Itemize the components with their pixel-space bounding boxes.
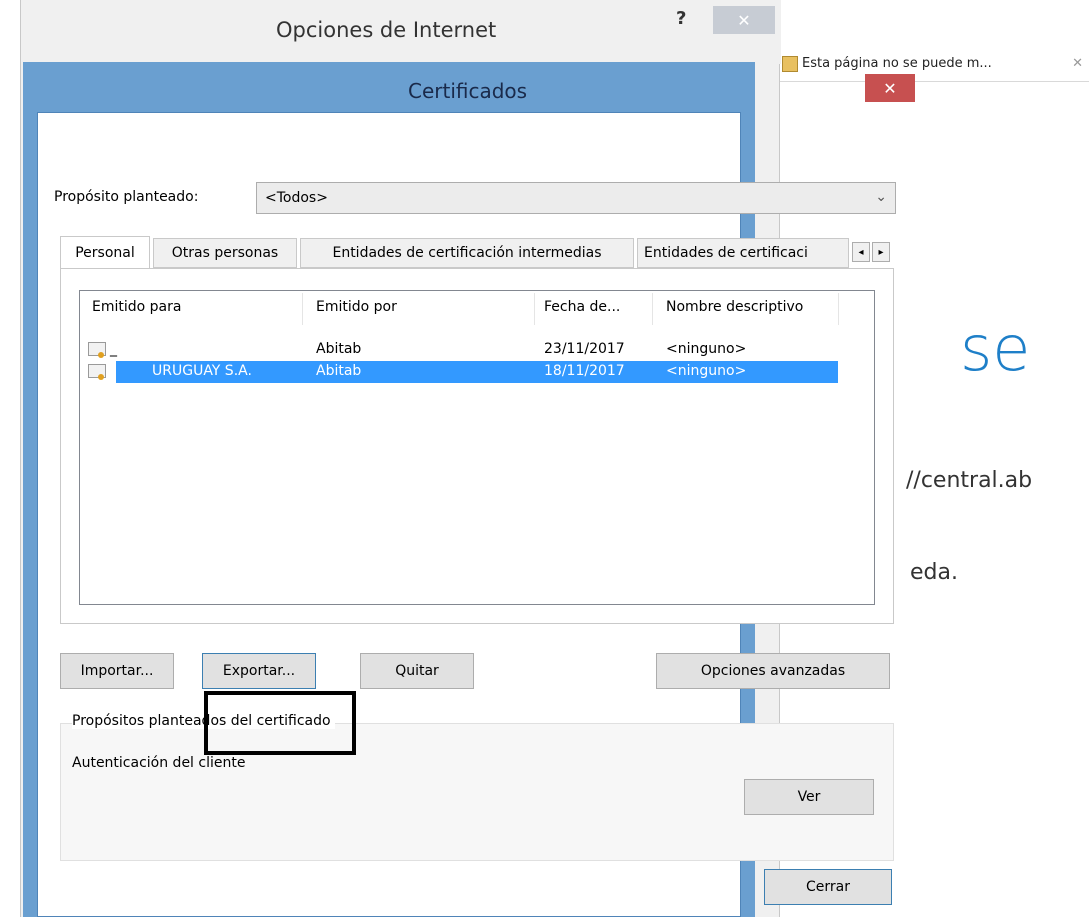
column-divider[interactable] [302,293,303,325]
column-header-friendly-name[interactable]: Nombre descriptivo [666,299,803,315]
background-body-text: eda. [910,560,958,585]
certificate-row-selected[interactable]: URUGUAY S.A. Abitab 18/11/2017 <ninguno> [116,361,838,383]
tab-entidades-intermedias[interactable]: Entidades de certificación intermedias [300,238,634,268]
close-dialog-button[interactable]: Cerrar [764,869,892,905]
chevron-down-icon: ⌄ [875,189,887,205]
purposes-value: Autenticación del cliente [72,755,246,771]
cell-date: 18/11/2017 [544,363,625,379]
certificates-dialog: Certificados ✕ Propósito planteado: <Tod… [23,62,915,917]
internet-options-title: Opciones de Internet [276,18,497,42]
page-icon [782,55,798,72]
help-button[interactable]: ? [676,8,686,29]
purpose-select-value: <Todos> [265,190,328,206]
advanced-options-button[interactable]: Opciones avanzadas [656,653,890,689]
purpose-label: Propósito planteado: [54,189,199,205]
certificate-row[interactable]: _ Abitab 23/11/2017 <ninguno> [80,339,838,361]
export-button[interactable]: Exportar... [202,653,316,689]
import-button[interactable]: Importar... [60,653,174,689]
column-divider[interactable] [534,293,535,325]
column-divider[interactable] [652,293,653,325]
certificate-list[interactable]: Emitido para Emitido por Fecha de... Nom… [79,290,875,605]
export-highlight-box [204,691,356,755]
browser-tab-title: Esta página no se puede m... [802,56,992,71]
purpose-select[interactable]: <Todos> ⌄ [256,182,896,214]
column-header-date[interactable]: Fecha de... [544,299,620,315]
dialog-client-area: Propósito planteado: <Todos> ⌄ Personal … [37,112,896,917]
tab-scroll-left-icon[interactable]: ◂ [852,242,870,262]
browser-tab[interactable]: Esta página no se puede m... ✕ [778,46,1089,82]
remove-button[interactable]: Quitar [360,653,474,689]
tab-scroll-right-icon[interactable]: ▸ [872,242,890,262]
tab-close-icon[interactable]: ✕ [1072,56,1083,71]
cell-friendly-name: <ninguno> [666,341,747,357]
certificate-icon [88,364,106,380]
internet-options-close-button[interactable]: ✕ [713,6,775,34]
tab-entidades-raiz[interactable]: Entidades de certificaci [637,238,849,268]
certificate-icon [88,342,106,358]
tab-personal[interactable]: Personal [60,236,150,269]
view-button[interactable]: Ver [744,779,874,815]
tab-otras-personas[interactable]: Otras personas [153,238,297,268]
cell-issued-to: URUGUAY S.A. [152,363,252,379]
column-header-issued-by[interactable]: Emitido por [316,299,397,315]
cell-issued-by: Abitab [316,363,362,379]
column-divider[interactable] [838,293,839,325]
column-header-issued-to[interactable]: Emitido para [92,299,181,315]
internet-options-titlebar: Opciones de Internet ? ✕ [21,0,781,64]
cell-date: 23/11/2017 [544,341,625,357]
dialog-close-button[interactable]: ✕ [865,74,915,102]
cell-friendly-name: <ninguno> [666,363,747,379]
cell-issued-to: _ [110,341,117,357]
cell-issued-by: Abitab [316,341,362,357]
dialog-title: Certificados [408,79,528,103]
background-heading: se [960,312,1031,385]
background-url-text: //central.ab [906,468,1033,493]
